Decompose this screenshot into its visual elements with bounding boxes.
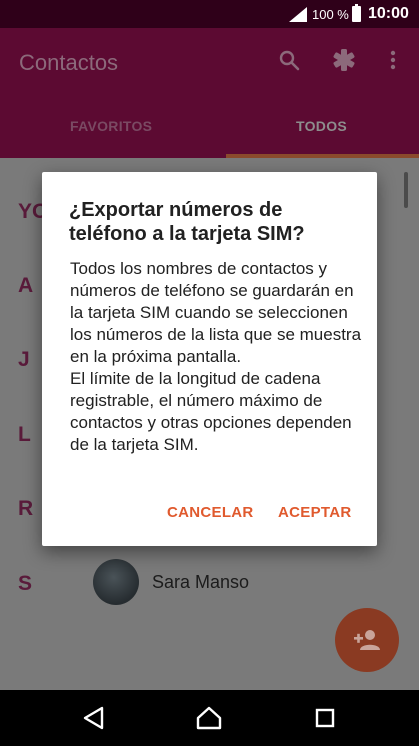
app-title: Contactos — [19, 50, 119, 75]
app-bar: Contactos FAVORITOS TODOS — [0, 28, 419, 158]
status-bar: 100 % 10:00 — [0, 0, 419, 28]
add-contact-icon — [354, 630, 380, 650]
dialog-message-part1: Todos los nombres de contactos y números… — [70, 259, 362, 366]
settings-icon[interactable] — [332, 48, 356, 72]
section-letter-l: L — [18, 423, 31, 446]
scrollbar[interactable] — [404, 172, 408, 208]
contact-name[interactable]: Sara Manso — [152, 572, 249, 593]
avatar[interactable] — [93, 559, 139, 605]
accept-button[interactable]: ACEPTAR — [278, 504, 352, 521]
section-letter-j: J — [18, 348, 30, 371]
signal-icon — [289, 7, 307, 22]
tab-todos[interactable]: TODOS — [296, 118, 347, 134]
section-letter-a: A — [18, 274, 34, 297]
back-icon[interactable] — [80, 704, 108, 732]
search-icon[interactable] — [277, 48, 301, 72]
dialog-title: ¿Exportar números de teléfono a la tarje… — [69, 199, 305, 245]
home-icon[interactable] — [195, 704, 223, 732]
section-letter-r: R — [18, 497, 34, 520]
navigation-bar — [0, 690, 419, 746]
clock: 10:00 — [368, 5, 409, 22]
battery-icon — [352, 4, 361, 22]
more-vert-icon[interactable] — [381, 48, 405, 72]
cancel-button[interactable]: CANCELAR — [167, 504, 254, 521]
export-sim-dialog: ¿Exportar números de teléfono a la tarje… — [42, 172, 377, 546]
battery-percentage: 100 % — [312, 7, 349, 22]
recents-icon[interactable] — [311, 704, 339, 732]
dialog-message-part2: El límite de la longitud de cadena regis… — [70, 369, 352, 454]
section-letter-s: S — [18, 572, 33, 595]
tab-favoritos[interactable]: FAVORITOS — [70, 118, 152, 134]
add-contact-button[interactable] — [335, 608, 399, 672]
dialog-message: Todos los nombres de contactos y números… — [70, 258, 362, 456]
